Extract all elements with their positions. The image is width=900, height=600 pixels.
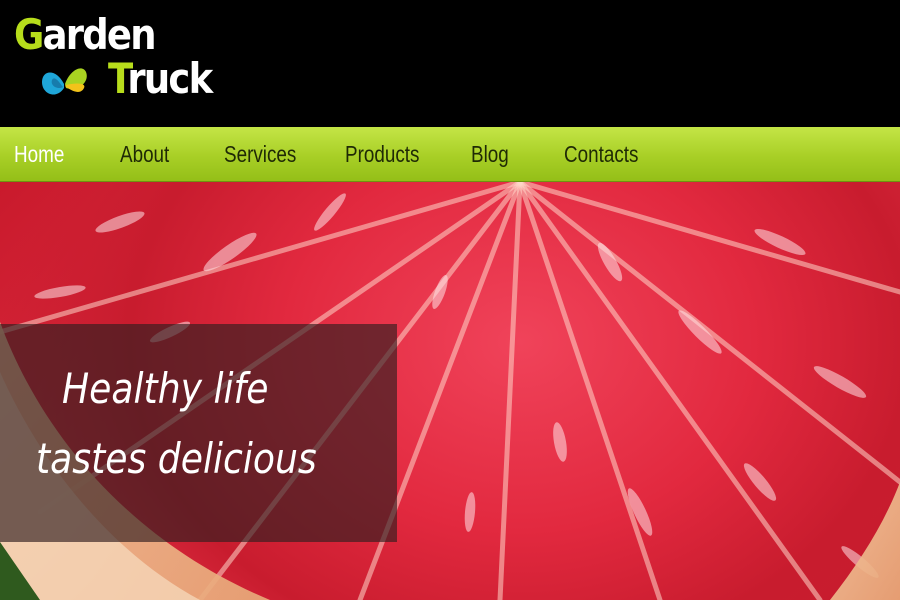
hero-caption-line2: tastes delicious bbox=[36, 434, 317, 483]
hero-caption-line1: Healthy life bbox=[62, 364, 269, 413]
nav-item-about[interactable]: About bbox=[120, 127, 169, 181]
hero-caption-box: Healthy life tastes delicious bbox=[0, 324, 397, 542]
nav-item-contacts[interactable]: Contacts bbox=[564, 127, 638, 181]
logo-word-garden: Garden bbox=[14, 10, 157, 59]
site-logo[interactable]: Garden Truck bbox=[14, 6, 234, 116]
nav-item-services[interactable]: Services bbox=[224, 127, 296, 181]
main-nav: Home About Services Products Blog Contac… bbox=[0, 127, 900, 182]
logo-word-truck: Truck bbox=[108, 54, 213, 103]
site-header: Garden Truck bbox=[0, 0, 900, 127]
nav-item-blog[interactable]: Blog bbox=[471, 127, 509, 181]
butterfly-icon bbox=[42, 68, 87, 95]
nav-item-home[interactable]: Home bbox=[14, 127, 64, 181]
hero-banner[interactable]: Healthy life tastes delicious bbox=[0, 182, 900, 600]
nav-item-products[interactable]: Products bbox=[345, 127, 419, 181]
